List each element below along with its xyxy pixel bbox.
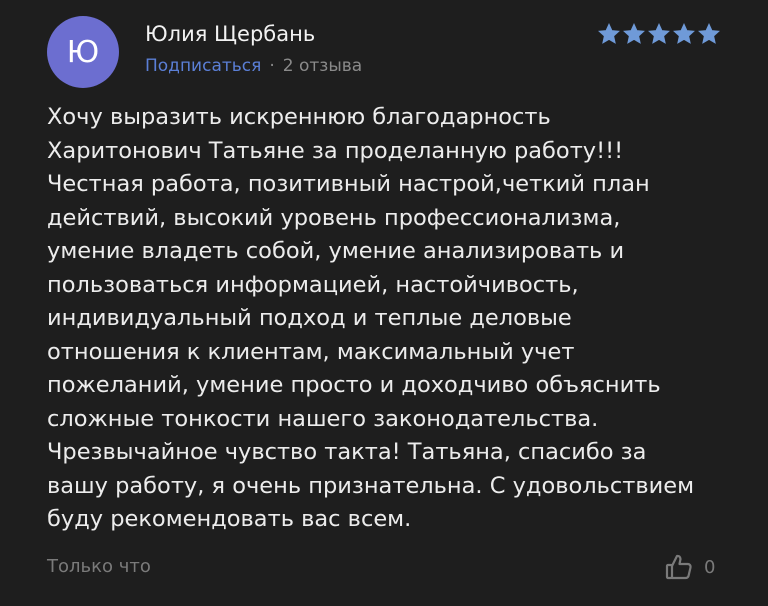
- like-button[interactable]: 0: [664, 552, 715, 582]
- star-icon: [698, 22, 720, 44]
- author-meta: Подписаться · 2 отзыва: [145, 56, 362, 76]
- star-icon: [623, 22, 645, 44]
- star-rating: [597, 22, 721, 46]
- author-name[interactable]: Юлия Щербань: [145, 22, 315, 46]
- star-icon: [673, 22, 695, 44]
- avatar-letter: Ю: [66, 34, 100, 70]
- review-count: 2 отзыва: [282, 56, 363, 76]
- review-card: Ю Юлия Щербань Подписаться · 2 отзыва Хо…: [0, 0, 768, 606]
- review-text: Хочу выразить искреннюю благодарность Ха…: [47, 104, 695, 532]
- meta-separator: ·: [269, 56, 275, 76]
- thumbs-up-icon: [665, 554, 692, 580]
- like-count: 0: [704, 556, 716, 578]
- subscribe-link[interactable]: Подписаться: [145, 56, 261, 76]
- star-icon: [648, 22, 670, 44]
- review-timestamp: Только что: [47, 556, 151, 577]
- avatar[interactable]: Ю: [47, 16, 119, 88]
- star-icon: [598, 22, 620, 44]
